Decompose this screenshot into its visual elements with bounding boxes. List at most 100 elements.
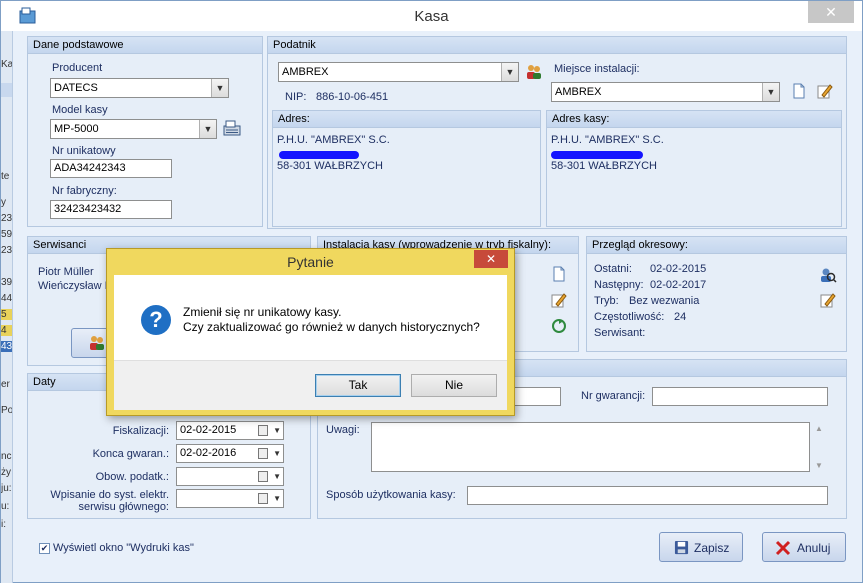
czestotliwosc-value: 24 [674, 311, 687, 323]
calendar-icon[interactable] [258, 493, 268, 504]
obow-podatk-date-input[interactable]: ▼ [176, 467, 284, 486]
new-document-icon[interactable] [551, 266, 567, 282]
strip-text: ży [1, 467, 11, 478]
dane-podstawowe-header: Dane podstawowe [28, 37, 262, 54]
konca-gwarancji-date-input[interactable]: 02-02-2016 ▼ [176, 444, 284, 463]
producent-value: DATECS [54, 82, 98, 94]
ostatni-label: Ostatni: [594, 263, 632, 275]
dialog-button-bar: Tak Nie [114, 360, 507, 410]
miejsce-instalacji-value: AMBREX [555, 86, 602, 98]
strip-text: 43 [1, 341, 13, 352]
chevron-down-icon[interactable]: ▼ [273, 445, 281, 462]
nie-button[interactable]: Nie [411, 374, 497, 397]
model-select[interactable]: MP-5000 ▼ [50, 119, 217, 139]
nr-unikatowy-input[interactable]: ADA34242343 [50, 159, 172, 178]
new-document-icon[interactable] [791, 83, 807, 99]
wpisanie-label-1: Wpisanie do syst. elektr. [50, 489, 169, 501]
kasa-window: Kasa ✕ Ka te y 23 59 23 39 44 5 4 43 er … [0, 0, 863, 583]
background-list-strip: Ka te y 23 59 23 39 44 5 4 43 er Po nc ż… [1, 31, 13, 583]
adres-header: Adres: [273, 111, 540, 128]
serwisant-item[interactable]: Piotr Müller [38, 266, 94, 278]
strip-text: ju: [1, 483, 12, 494]
dialog-title: Pytanie [287, 254, 334, 270]
obow-podatk-label: Obow. podatk.: [95, 471, 169, 483]
redaction-scribble [551, 151, 643, 159]
strip-text: er [1, 379, 10, 390]
chevron-down-icon[interactable]: ▼ [211, 79, 228, 97]
adres-kasy-line-1: P.H.U. "AMBREX" S.C. [551, 134, 664, 146]
strip-text: Po [1, 405, 13, 416]
uwagi-label: Uwagi: [326, 424, 360, 436]
tak-button[interactable]: Tak [315, 374, 401, 397]
uwagi-textarea[interactable] [371, 422, 810, 472]
chevron-down-icon[interactable]: ▼ [501, 63, 518, 81]
podatnik-panel: Podatnik AMBREX ▼ NIP: 886-10-06-451 Mie… [267, 36, 847, 229]
producent-label: Producent [52, 62, 103, 74]
title-bar: Kasa ✕ [1, 1, 862, 31]
cancel-button[interactable]: Anuluj [762, 532, 846, 562]
nr-gwarancji-input[interactable] [652, 387, 828, 406]
nr-fabryczny-input[interactable]: 32423423432 [50, 200, 172, 219]
floppy-disk-icon [674, 540, 689, 555]
przeglad-panel: Przegląd okresowy: Ostatni: 02-02-2015 N… [586, 236, 847, 352]
strip-text: 23 [1, 213, 13, 224]
fiskalizacji-value: 02-02-2015 [180, 424, 237, 436]
recycle-icon[interactable] [551, 318, 567, 334]
edit-icon[interactable] [551, 292, 567, 308]
przeglad-header: Przegląd okresowy: [587, 237, 846, 254]
users-icon[interactable] [525, 64, 543, 80]
chevron-down-icon[interactable]: ▼ [199, 120, 216, 138]
nr-unikatowy-label: Nr unikatowy [52, 145, 116, 157]
producent-select[interactable]: DATECS ▼ [50, 78, 229, 98]
podatnik-header: Podatnik [268, 37, 846, 54]
fiskalizacji-date-input[interactable]: 02-02-2015 ▼ [176, 421, 284, 440]
scroll-up-icon[interactable]: ▲ [815, 424, 823, 433]
serwisant-item[interactable]: Wieńczysław I [38, 280, 108, 292]
chevron-down-icon[interactable]: ▼ [273, 490, 281, 507]
podatnik-select[interactable]: AMBREX ▼ [278, 62, 519, 82]
chevron-down-icon[interactable]: ▼ [273, 422, 281, 439]
dialog-message-line-2: Czy zaktualizować go również w danych hi… [183, 320, 480, 334]
uwagi-scrollbar[interactable]: ▲ ▼ [812, 422, 826, 472]
strip-text: 5 [1, 309, 12, 320]
search-user-icon[interactable] [819, 266, 837, 284]
miejsce-instalacji-label: Miejsce instalacji: [554, 63, 640, 75]
dialog-message-line-1: Zmienił się nr unikatowy kasy. [183, 305, 342, 319]
cancel-button-label: Anuluj [797, 541, 831, 555]
wyswietl-wydruki-checkbox[interactable]: ✔ [39, 543, 50, 554]
calendar-icon[interactable] [258, 425, 268, 436]
podatnik-value: AMBREX [282, 66, 329, 78]
dialog-close-button[interactable]: ✕ [474, 250, 508, 268]
window-close-button[interactable]: ✕ [808, 1, 854, 23]
adres-kasy-header: Adres kasy: [547, 111, 841, 128]
wyswietl-wydruki-label: Wyświetl okno "Wydruki kas" [53, 542, 194, 554]
users-icon [90, 336, 104, 350]
cash-register-icon[interactable] [223, 120, 241, 136]
nip-value: 886-10-06-451 [316, 91, 389, 103]
wpisanie-date-input[interactable]: ▼ [176, 489, 284, 508]
strip-text: nc [1, 451, 12, 462]
strip-text: te [1, 171, 10, 182]
adres-line-3: 58-301 WAŁBRZYCH [277, 160, 383, 172]
edit-icon[interactable] [817, 83, 833, 99]
save-button[interactable]: Zapisz [659, 532, 743, 562]
gwarancja-input[interactable] [513, 387, 561, 406]
scroll-down-icon[interactable]: ▼ [815, 461, 823, 470]
strip-text: 39 [1, 277, 13, 288]
save-button-label: Zapisz [694, 541, 730, 555]
sposob-uzytkowania-input[interactable] [467, 486, 828, 505]
miejsce-instalacji-select[interactable]: AMBREX ▼ [551, 82, 780, 102]
strip-text: 44 [1, 293, 13, 304]
edit-icon[interactable] [820, 292, 836, 308]
konca-gwarancji-label: Konca gwaran.: [92, 448, 169, 460]
serwisant-label: Serwisant: [594, 327, 646, 339]
calendar-icon[interactable] [258, 448, 268, 459]
nr-fabryczny-label: Nr fabryczny: [52, 185, 117, 197]
dialog-body: ? Zmienił się nr unikatowy kasy. Czy zak… [114, 275, 507, 410]
sposob-uzytkowania-label: Sposób użytkowania kasy: [326, 489, 456, 501]
adres-kasy-line-3: 58-301 WAŁBRZYCH [551, 160, 657, 172]
nastepny-label: Następny: [594, 279, 644, 291]
chevron-down-icon[interactable]: ▼ [762, 83, 779, 101]
chevron-down-icon[interactable]: ▼ [273, 468, 281, 485]
calendar-icon[interactable] [258, 471, 268, 482]
